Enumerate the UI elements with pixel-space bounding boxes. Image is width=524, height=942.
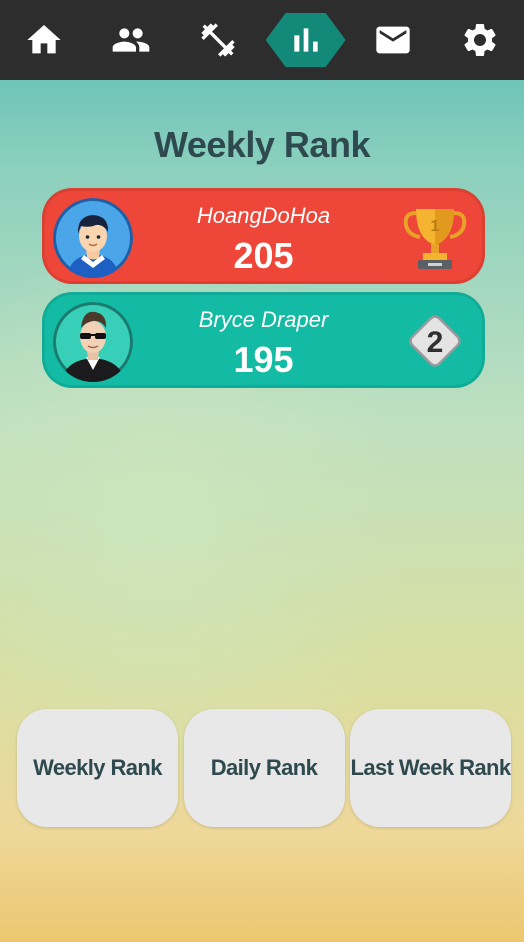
svg-text:1: 1 [431, 218, 440, 235]
bar-chart-icon [293, 28, 318, 52]
gear-icon [464, 24, 496, 56]
nav-settings[interactable] [437, 0, 524, 80]
ranking-row-2[interactable]: Bryce Draper 195 2 [42, 292, 485, 388]
svg-text:2: 2 [427, 326, 444, 359]
dumbbell-icon [201, 23, 235, 57]
weekly-rank-button[interactable]: Weekly Rank [17, 709, 178, 827]
ranking-row-1[interactable]: HoangDoHoa 205 1 [42, 188, 485, 284]
nav-messages[interactable] [349, 0, 436, 80]
top-navigation-bar [0, 0, 524, 80]
trophy-icon: 1 [403, 209, 467, 269]
friends-icon [112, 28, 150, 52]
ranking-list: HoangDoHoa 205 1 Bryce Draper 195 2 [42, 188, 485, 396]
mail-icon [376, 26, 410, 54]
daily-rank-button[interactable]: Daily Rank [183, 709, 345, 827]
home-icon [26, 25, 61, 54]
page-title: Weekly Rank [154, 124, 370, 165]
nav-home[interactable] [0, 0, 87, 80]
rank-period-buttons: Weekly Rank Daily Rank Last Week Rank [17, 709, 511, 827]
last-week-rank-button[interactable]: Last Week Rank [350, 709, 511, 827]
nav-friends[interactable] [87, 0, 174, 80]
nav-workout[interactable] [175, 0, 262, 80]
diamond-badge-icon: 2 [409, 315, 461, 367]
nav-ranking[interactable] [262, 0, 349, 80]
